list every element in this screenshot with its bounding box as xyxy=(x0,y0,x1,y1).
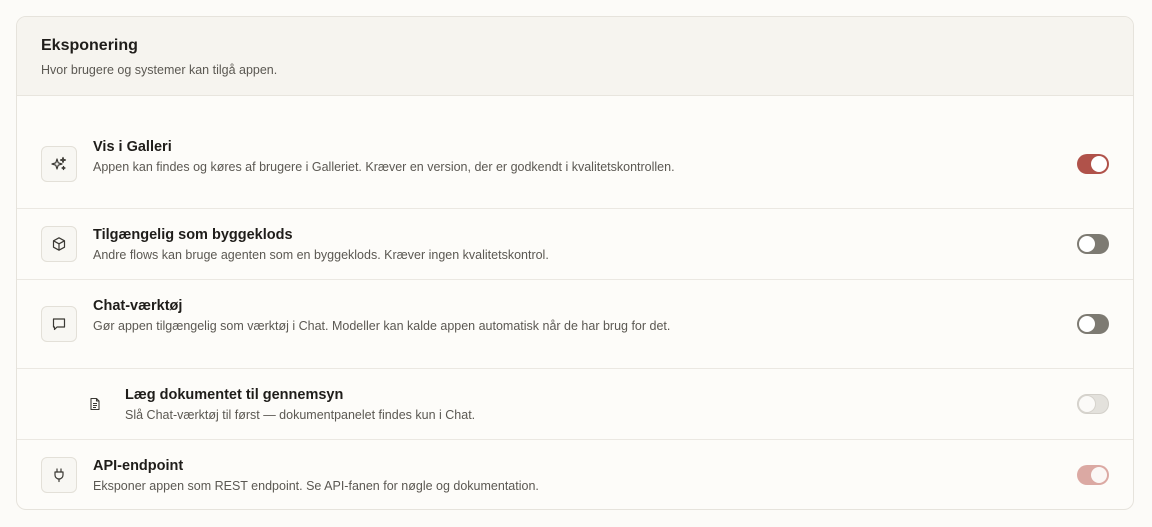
setting-row-api-endpoint: API-endpoint Eksponer appen som REST end… xyxy=(17,440,1133,509)
setting-text: Læg dokumentet til gennemsyn Slå Chat-væ… xyxy=(125,386,715,424)
settings-list: Vis i Galleri Appen kan findes og køres … xyxy=(17,96,1133,509)
section-title: Eksponering xyxy=(41,37,138,54)
setting-description: Gør appen tilgængelig som værktøj i Chat… xyxy=(93,319,671,333)
setting-title: Læg dokumentet til gennemsyn xyxy=(125,387,344,403)
setting-title: Chat-værktøj xyxy=(93,298,183,314)
document-review-toggle[interactable] xyxy=(1077,394,1109,414)
setting-description: Slå Chat-værktøj til først — dokumentpan… xyxy=(125,408,476,422)
setting-text: Vis i Galleri Appen kan findes og køres … xyxy=(93,138,683,176)
setting-row-gallery: Vis i Galleri Appen kan findes og køres … xyxy=(17,96,1133,209)
setting-description: Appen kan findes og køres af brugere i G… xyxy=(93,160,675,174)
chat-tool-toggle[interactable] xyxy=(1077,314,1109,334)
chat-bubble-icon xyxy=(41,306,77,342)
api-endpoint-toggle[interactable] xyxy=(1077,465,1109,485)
toggle-knob xyxy=(1091,156,1107,172)
setting-description: Eksponer appen som REST endpoint. Se API… xyxy=(93,479,539,493)
setting-row-chat-tool: Chat-værktøj Gør appen tilgængelig som v… xyxy=(17,280,1133,369)
toggle-knob xyxy=(1079,316,1095,332)
setting-title: Vis i Galleri xyxy=(93,139,172,155)
toggle-knob xyxy=(1079,236,1095,252)
setting-text: Chat-værktøj Gør appen tilgængelig som v… xyxy=(93,297,683,335)
setting-title: Tilgængelig som byggeklods xyxy=(93,227,293,243)
card-header: Eksponering Hvor brugere og systemer kan… xyxy=(17,17,1133,96)
setting-description: Andre flows kan bruge agenten som en byg… xyxy=(93,248,549,262)
toggle-knob xyxy=(1091,467,1107,483)
sparkles-icon xyxy=(41,146,77,182)
setting-row-document-review: Læg dokumentet til gennemsyn Slå Chat-væ… xyxy=(17,369,1133,440)
cube-icon xyxy=(41,226,77,262)
gallery-toggle[interactable] xyxy=(1077,154,1109,174)
exposure-card: Eksponering Hvor brugere og systemer kan… xyxy=(16,16,1134,510)
setting-row-building-block: Tilgængelig som byggeklods Andre flows k… xyxy=(17,209,1133,280)
building-block-toggle[interactable] xyxy=(1077,234,1109,254)
setting-text: API-endpoint Eksponer appen som REST end… xyxy=(93,457,683,495)
setting-text: Tilgængelig som byggeklods Andre flows k… xyxy=(93,226,683,264)
section-subtitle: Hvor brugere og systemer kan tilgå appen… xyxy=(41,63,278,77)
setting-title: API-endpoint xyxy=(93,458,184,474)
document-icon xyxy=(87,396,103,412)
toggle-knob xyxy=(1079,396,1095,412)
plug-icon xyxy=(41,457,77,493)
